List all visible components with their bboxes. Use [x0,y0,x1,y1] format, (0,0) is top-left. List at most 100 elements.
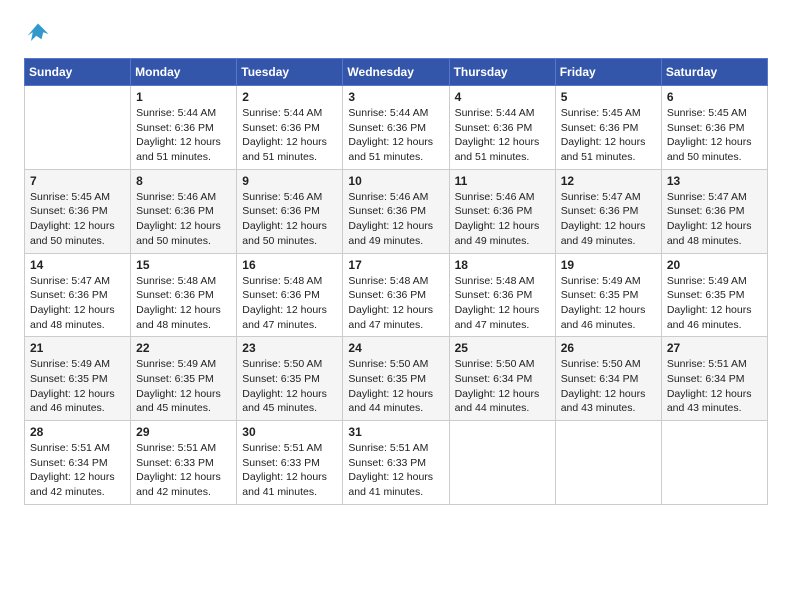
calendar-cell: 26 Sunrise: 5:50 AMSunset: 6:34 PMDayligh… [555,337,661,421]
day-number: 18 [455,258,550,272]
calendar-week-row: 1 Sunrise: 5:44 AMSunset: 6:36 PMDaylight… [25,86,768,170]
day-info: Sunrise: 5:47 AMSunset: 6:36 PMDaylight:… [30,274,125,333]
calendar-cell: 10 Sunrise: 5:46 AMSunset: 6:36 PMDayligh… [343,169,449,253]
logo-icon [24,20,52,48]
day-number: 7 [30,174,125,188]
day-number: 16 [242,258,337,272]
day-info: Sunrise: 5:50 AMSunset: 6:35 PMDaylight:… [242,357,337,416]
calendar-cell: 15 Sunrise: 5:48 AMSunset: 6:36 PMDayligh… [131,253,237,337]
day-number: 31 [348,425,443,439]
calendar-cell: 31 Sunrise: 5:51 AMSunset: 6:33 PMDayligh… [343,421,449,505]
calendar-cell: 28 Sunrise: 5:51 AMSunset: 6:34 PMDayligh… [25,421,131,505]
calendar-cell: 17 Sunrise: 5:48 AMSunset: 6:36 PMDayligh… [343,253,449,337]
day-info: Sunrise: 5:47 AMSunset: 6:36 PMDaylight:… [667,190,762,249]
day-info: Sunrise: 5:44 AMSunset: 6:36 PMDaylight:… [136,106,231,165]
day-info: Sunrise: 5:50 AMSunset: 6:35 PMDaylight:… [348,357,443,416]
calendar-table: SundayMondayTuesdayWednesdayThursdayFrid… [24,58,768,505]
day-info: Sunrise: 5:45 AMSunset: 6:36 PMDaylight:… [667,106,762,165]
calendar-cell: 24 Sunrise: 5:50 AMSunset: 6:35 PMDayligh… [343,337,449,421]
day-number: 15 [136,258,231,272]
day-header: Thursday [449,59,555,86]
day-info: Sunrise: 5:51 AMSunset: 6:34 PMDaylight:… [30,441,125,500]
calendar-week-row: 21 Sunrise: 5:49 AMSunset: 6:35 PMDayligh… [25,337,768,421]
calendar-cell: 13 Sunrise: 5:47 AMSunset: 6:36 PMDayligh… [661,169,767,253]
day-number: 20 [667,258,762,272]
day-info: Sunrise: 5:50 AMSunset: 6:34 PMDaylight:… [561,357,656,416]
calendar-cell: 6 Sunrise: 5:45 AMSunset: 6:36 PMDaylight… [661,86,767,170]
day-info: Sunrise: 5:44 AMSunset: 6:36 PMDaylight:… [455,106,550,165]
day-number: 27 [667,341,762,355]
day-info: Sunrise: 5:49 AMSunset: 6:35 PMDaylight:… [136,357,231,416]
calendar-cell: 25Sunrise: 5:50 AMSunset: 6:34 PMDayligh… [449,337,555,421]
calendar-cell: 19 Sunrise: 5:49 AMSunset: 6:35 PMDayligh… [555,253,661,337]
day-info: Sunrise: 5:46 AMSunset: 6:36 PMDaylight:… [136,190,231,249]
day-number: 17 [348,258,443,272]
day-header: Tuesday [237,59,343,86]
calendar-cell: 4 Sunrise: 5:44 AMSunset: 6:36 PMDaylight… [449,86,555,170]
calendar-cell [661,421,767,505]
day-info: Sunrise: 5:49 AMSunset: 6:35 PMDaylight:… [30,357,125,416]
day-info: Sunrise: 5:49 AMSunset: 6:35 PMDaylight:… [561,274,656,333]
calendar-cell [555,421,661,505]
day-number: 22 [136,341,231,355]
calendar-cell: 29 Sunrise: 5:51 AMSunset: 6:33 PMDayligh… [131,421,237,505]
day-info: Sunrise: 5:48 AMSunset: 6:36 PMDaylight:… [455,274,550,333]
calendar-cell: 21 Sunrise: 5:49 AMSunset: 6:35 PMDayligh… [25,337,131,421]
day-number: 2 [242,90,337,104]
day-number: 13 [667,174,762,188]
day-info: Sunrise: 5:48 AMSunset: 6:36 PMDaylight:… [136,274,231,333]
day-info: Sunrise: 5:45 AMSunset: 6:36 PMDaylight:… [30,190,125,249]
day-number: 4 [455,90,550,104]
day-header: Saturday [661,59,767,86]
day-header: Friday [555,59,661,86]
calendar-cell: 14 Sunrise: 5:47 AMSunset: 6:36 PMDayligh… [25,253,131,337]
day-info: Sunrise: 5:51 AMSunset: 6:33 PMDaylight:… [242,441,337,500]
day-header: Monday [131,59,237,86]
day-number: 8 [136,174,231,188]
calendar-cell: 12 Sunrise: 5:47 AMSunset: 6:36 PMDayligh… [555,169,661,253]
calendar-cell: 7 Sunrise: 5:45 AMSunset: 6:36 PMDaylight… [25,169,131,253]
day-number: 29 [136,425,231,439]
day-info: Sunrise: 5:48 AMSunset: 6:36 PMDaylight:… [348,274,443,333]
calendar-cell: 23Sunrise: 5:50 AMSunset: 6:35 PMDayligh… [237,337,343,421]
day-info: Sunrise: 5:51 AMSunset: 6:34 PMDaylight:… [667,357,762,416]
day-number: 28 [30,425,125,439]
logo [24,20,56,48]
day-number: 6 [667,90,762,104]
day-number: 9 [242,174,337,188]
calendar-cell: 2Sunrise: 5:44 AMSunset: 6:36 PMDaylight… [237,86,343,170]
day-number: 3 [348,90,443,104]
day-info: Sunrise: 5:51 AMSunset: 6:33 PMDaylight:… [348,441,443,500]
day-number: 26 [561,341,656,355]
calendar-cell: 22 Sunrise: 5:49 AMSunset: 6:35 PMDayligh… [131,337,237,421]
day-number: 10 [348,174,443,188]
day-number: 24 [348,341,443,355]
day-info: Sunrise: 5:46 AMSunset: 6:36 PMDaylight:… [348,190,443,249]
day-number: 30 [242,425,337,439]
day-number: 1 [136,90,231,104]
calendar-cell: 16 Sunrise: 5:48 AMSunset: 6:36 PMDayligh… [237,253,343,337]
day-info: Sunrise: 5:49 AMSunset: 6:35 PMDaylight:… [667,274,762,333]
calendar-cell: 27 Sunrise: 5:51 AMSunset: 6:34 PMDayligh… [661,337,767,421]
calendar-cell: 3Sunrise: 5:44 AMSunset: 6:36 PMDaylight… [343,86,449,170]
day-header: Wednesday [343,59,449,86]
calendar-cell [449,421,555,505]
calendar-week-row: 7 Sunrise: 5:45 AMSunset: 6:36 PMDaylight… [25,169,768,253]
calendar-cell [25,86,131,170]
day-number: 14 [30,258,125,272]
day-number: 11 [455,174,550,188]
calendar-cell: 20 Sunrise: 5:49 AMSunset: 6:35 PMDayligh… [661,253,767,337]
day-number: 12 [561,174,656,188]
day-number: 5 [561,90,656,104]
day-number: 19 [561,258,656,272]
day-info: Sunrise: 5:47 AMSunset: 6:36 PMDaylight:… [561,190,656,249]
page-header [24,20,768,48]
day-number: 21 [30,341,125,355]
calendar-cell: 30 Sunrise: 5:51 AMSunset: 6:33 PMDayligh… [237,421,343,505]
day-info: Sunrise: 5:51 AMSunset: 6:33 PMDaylight:… [136,441,231,500]
day-info: Sunrise: 5:48 AMSunset: 6:36 PMDaylight:… [242,274,337,333]
calendar-cell: 11Sunrise: 5:46 AMSunset: 6:36 PMDayligh… [449,169,555,253]
day-info: Sunrise: 5:45 AMSunset: 6:36 PMDaylight:… [561,106,656,165]
calendar-cell: 8 Sunrise: 5:46 AMSunset: 6:36 PMDaylight… [131,169,237,253]
calendar-cell: 18 Sunrise: 5:48 AMSunset: 6:36 PMDayligh… [449,253,555,337]
